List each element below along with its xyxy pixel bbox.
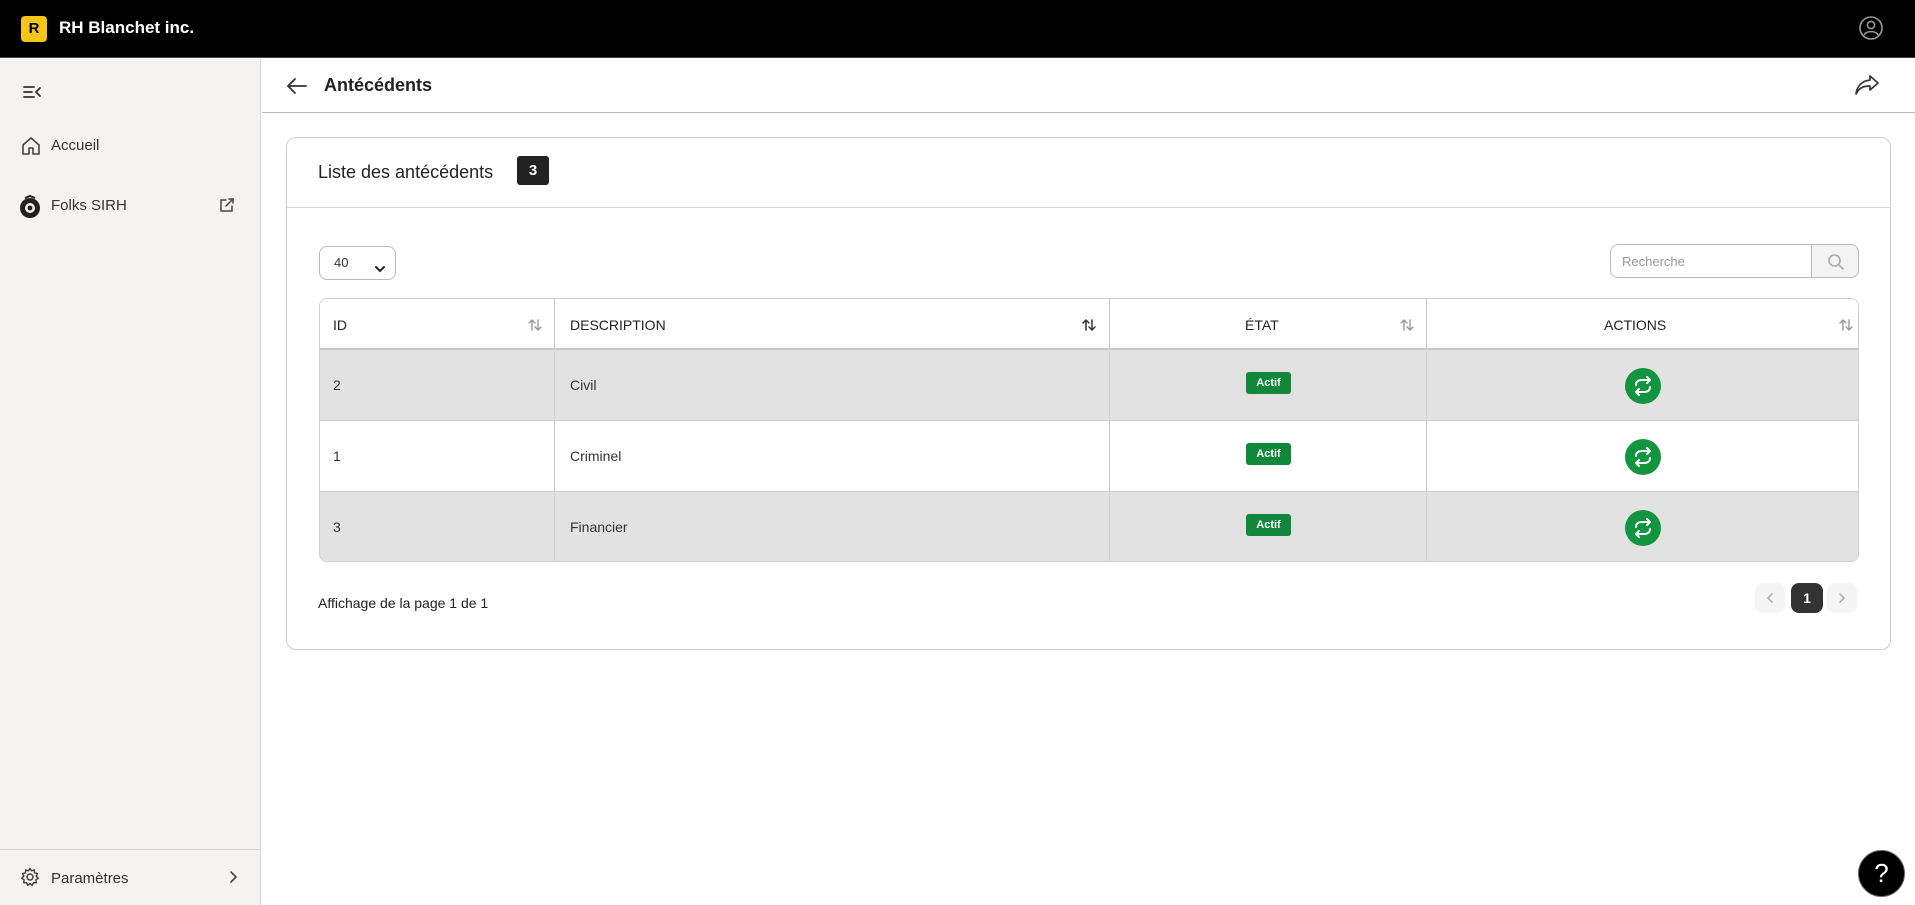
chevron-right-icon — [1839, 593, 1846, 603]
table-row[interactable]: 1 Criminel Actif — [320, 421, 1858, 492]
card-header: Liste des antécédents 3 — [287, 138, 1890, 208]
sidebar-item-label: Accueil — [51, 137, 100, 154]
table-row[interactable]: 2 Civil Actif — [320, 350, 1858, 421]
pagination-info: Affichage de la page 1 de 1 — [318, 595, 489, 611]
pagination-page-button[interactable]: 1 — [1791, 583, 1823, 613]
sort-icon[interactable] — [1399, 317, 1415, 333]
cell-description: Criminel — [555, 421, 1110, 492]
page-size-select[interactable]: 40 — [319, 246, 396, 280]
chevron-right-icon — [224, 868, 242, 886]
page-header: Antécédents — [262, 59, 1915, 113]
page-size-value: 40 — [334, 255, 349, 270]
cell-id: 3 — [320, 492, 555, 561]
column-header-id[interactable]: ID — [320, 299, 555, 350]
sidebar-collapse-icon[interactable] — [21, 81, 43, 103]
top-bar: R RH Blanchet inc. — [0, 0, 1915, 58]
share-icon[interactable] — [1853, 71, 1881, 99]
help-button[interactable]: ? — [1858, 850, 1905, 897]
search-group — [1610, 244, 1859, 278]
user-circle-icon[interactable] — [1858, 15, 1884, 41]
status-badge: Actif — [1246, 443, 1291, 465]
cell-etat: Actif — [1110, 492, 1427, 561]
sort-icon[interactable] — [527, 317, 543, 333]
search-button[interactable] — [1811, 244, 1859, 278]
pagination-next-button[interactable] — [1827, 583, 1857, 613]
cell-etat: Actif — [1110, 350, 1427, 421]
pagination-prev-button[interactable] — [1755, 583, 1785, 613]
external-link-icon[interactable] — [218, 196, 236, 214]
table-header: ID DESCRIPTION ÉTAT ACTIONS — [320, 299, 1858, 350]
sort-icon[interactable] — [1838, 317, 1854, 333]
cell-id: 2 — [320, 350, 555, 421]
refresh-button[interactable] — [1625, 368, 1661, 404]
status-badge: Actif — [1246, 514, 1291, 536]
column-header-etat[interactable]: ÉTAT — [1110, 299, 1427, 350]
cell-etat: Actif — [1110, 421, 1427, 492]
cell-actions — [1427, 492, 1858, 561]
sort-icon[interactable] — [1081, 317, 1097, 333]
refresh-button[interactable] — [1625, 510, 1661, 546]
app-logo[interactable]: R — [21, 16, 47, 42]
sidebar-item-label: Paramètres — [51, 870, 129, 887]
cell-description: Civil — [555, 350, 1110, 421]
refresh-icon — [1635, 518, 1651, 538]
sidebar-item-accueil[interactable]: Accueil — [0, 125, 260, 165]
column-header-description[interactable]: DESCRIPTION — [555, 299, 1110, 350]
table-row[interactable]: 3 Financier Actif — [320, 492, 1858, 561]
folks-logo-icon — [17, 194, 43, 220]
home-icon — [20, 135, 42, 157]
cell-actions — [1427, 350, 1858, 421]
refresh-button[interactable] — [1625, 439, 1661, 475]
sidebar-item-label: Folks SIRH — [51, 197, 127, 214]
antecedents-table: ID DESCRIPTION ÉTAT ACTIONS 2 Civil Acti… — [319, 298, 1859, 562]
column-header-actions[interactable]: ACTIONS — [1427, 299, 1858, 350]
chevron-down-icon — [373, 256, 387, 273]
antecedents-card: Liste des antécédents 3 40 ID — [286, 137, 1891, 650]
page-title: Antécédents — [324, 75, 433, 95]
search-icon — [1828, 254, 1844, 270]
sidebar-item-folks-sirh[interactable]: Folks SIRH — [0, 185, 260, 225]
refresh-icon — [1635, 376, 1651, 396]
brand-name[interactable]: RH Blanchet inc. — [59, 18, 194, 38]
count-badge: 3 — [517, 156, 549, 185]
chevron-left-icon — [1766, 593, 1773, 603]
search-input[interactable] — [1610, 244, 1811, 278]
sidebar: Accueil Folks SIRH Paramètres — [0, 59, 261, 905]
sidebar-item-parametres[interactable]: Paramètres — [0, 849, 260, 905]
status-badge: Actif — [1246, 372, 1291, 394]
card-title: Liste des antécédents — [318, 162, 494, 182]
cell-actions — [1427, 421, 1858, 492]
cell-description: Financier — [555, 492, 1110, 561]
arrow-left-icon[interactable] — [284, 73, 310, 99]
refresh-icon — [1635, 447, 1651, 467]
gear-icon — [20, 867, 40, 887]
cell-id: 1 — [320, 421, 555, 492]
